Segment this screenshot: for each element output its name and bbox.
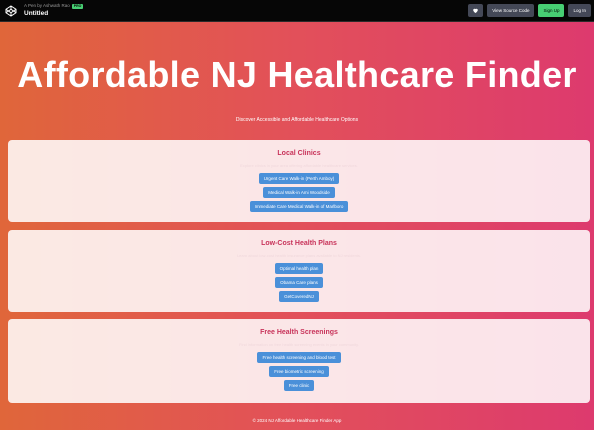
- heart-button[interactable]: [468, 4, 484, 17]
- section-description: Learn about low-cost health insurance pl…: [236, 253, 362, 258]
- plan-link-button[interactable]: GetCoveredNJ: [279, 291, 319, 302]
- section-description: Explore clinics in your area offering af…: [240, 163, 358, 168]
- view-source-button[interactable]: View Source Code: [487, 4, 535, 17]
- plan-link-button[interactable]: Optimal health plan: [274, 263, 324, 274]
- login-button[interactable]: Log In: [568, 4, 591, 17]
- section-local-clinics: Local Clinics Explore clinics in your ar…: [8, 140, 590, 222]
- preview-canvas: Affordable NJ Healthcare Finder Discover…: [0, 22, 594, 430]
- plan-link-button[interactable]: Obama Care plans: [275, 277, 323, 288]
- header-actions: View Source Code Sign Up Log In: [468, 4, 591, 17]
- section-health-screenings: Free Health Screenings Find information …: [8, 319, 590, 403]
- signup-button[interactable]: Sign Up: [538, 4, 565, 17]
- pen-author[interactable]: A Pen by Ashwath Rao: [24, 3, 70, 9]
- page-title: Affordable NJ Healthcare Finder: [17, 54, 577, 95]
- screening-link-button[interactable]: Free clinic: [283, 380, 315, 391]
- section-title: Local Clinics: [277, 150, 321, 157]
- heart-icon: [472, 7, 479, 15]
- clinic-link-button[interactable]: Urgent Care Walk-in (Perth Amboy): [258, 173, 340, 184]
- section-title: Free Health Screenings: [260, 329, 338, 336]
- screening-link-button[interactable]: Free health screening and blood test: [257, 352, 341, 363]
- clinic-link-button[interactable]: Immediate Care Medical Walk-in of Marlbo…: [249, 201, 349, 212]
- pro-badge: PRO: [71, 3, 84, 9]
- codepen-logo-icon[interactable]: [4, 4, 18, 18]
- pen-meta: A Pen by Ashwath Rao PRO Untitled: [24, 3, 84, 18]
- clinic-link-button[interactable]: Medical Walk-in Ami Woodside: [263, 187, 335, 198]
- section-health-plans: Low-Cost Health Plans Learn about low-co…: [8, 230, 590, 312]
- page-subtitle: Discover Accessible and Affordable Healt…: [235, 117, 359, 123]
- screening-link-button[interactable]: Free biometric screening: [269, 366, 329, 377]
- pen-title: Untitled: [24, 10, 49, 17]
- section-description: Find information on free health screenin…: [239, 342, 359, 347]
- footer-text: © 2024 NJ Affordable Healthcare Finder A…: [252, 418, 342, 423]
- codepen-header: A Pen by Ashwath Rao PRO Untitled View S…: [0, 0, 594, 22]
- section-title: Low-Cost Health Plans: [261, 240, 337, 247]
